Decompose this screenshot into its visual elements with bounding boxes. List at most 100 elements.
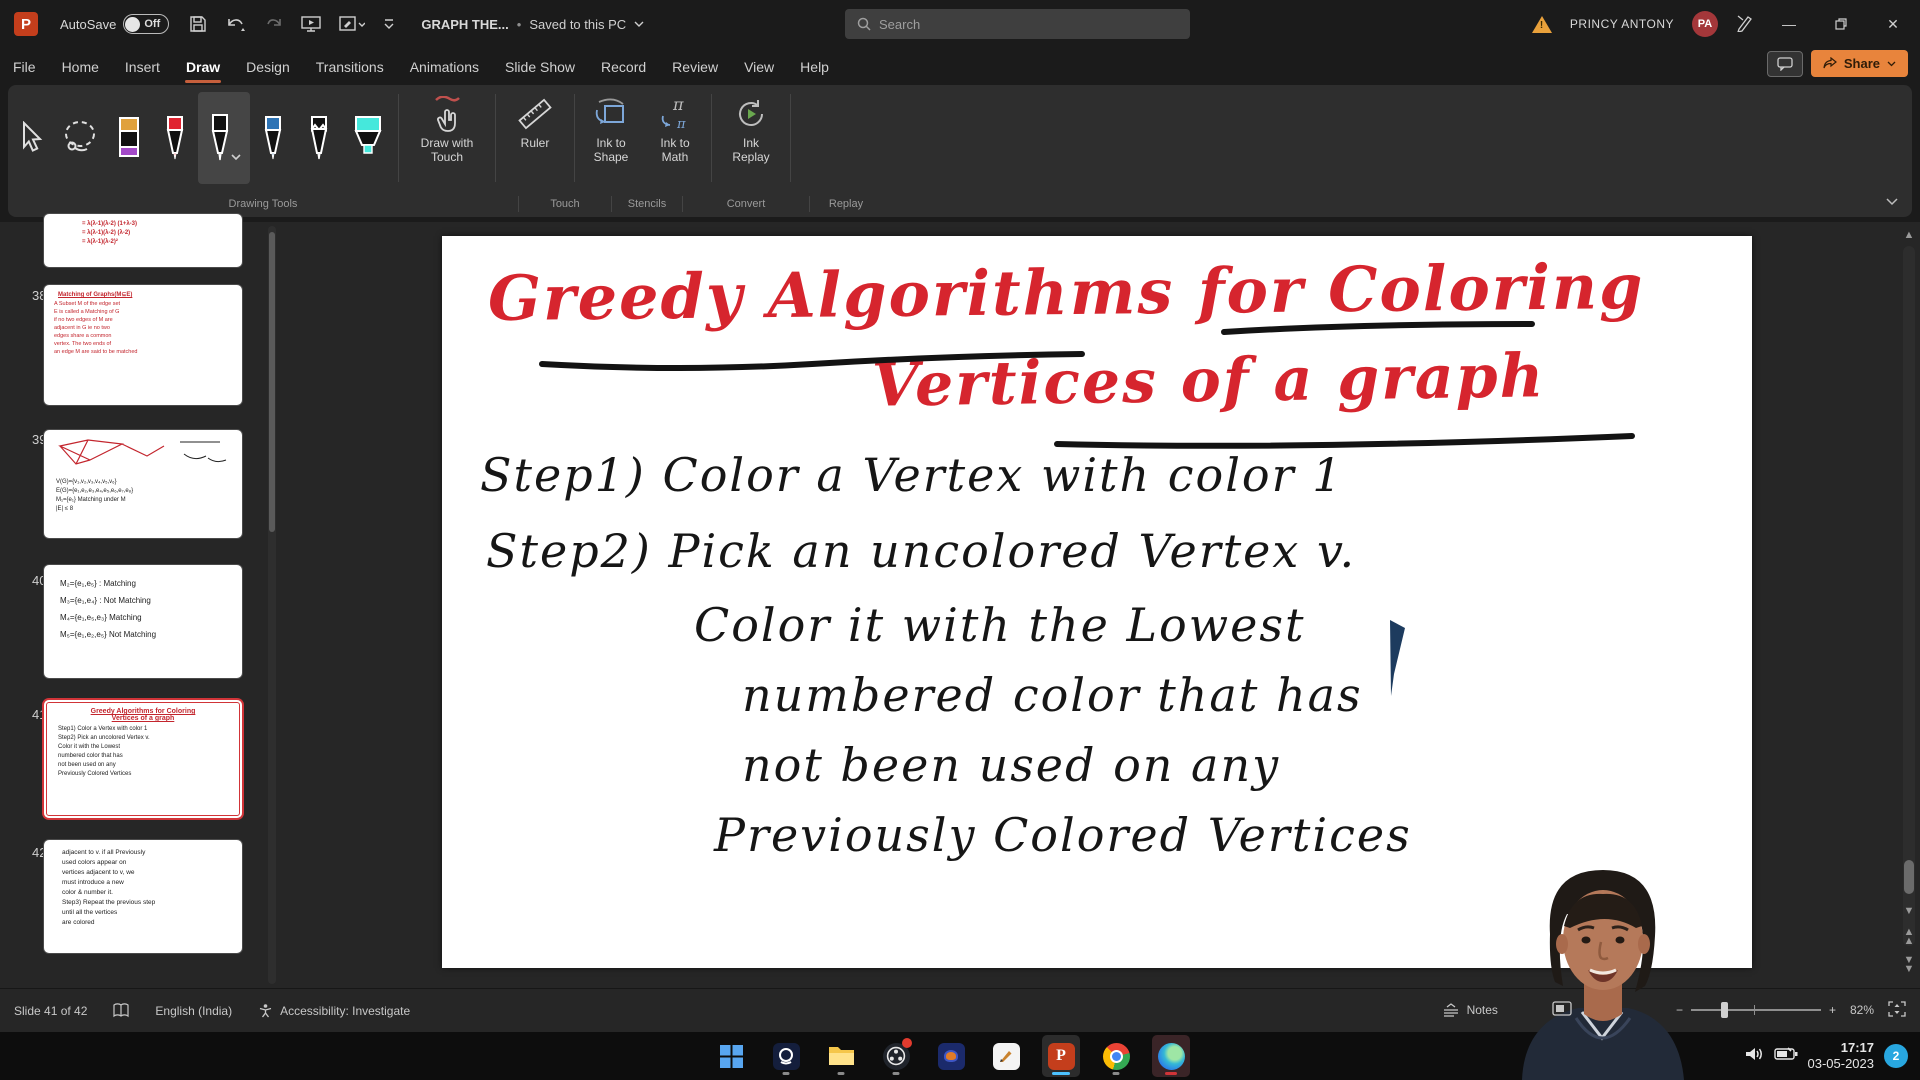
user-name[interactable]: PRINCY ANTONY <box>1570 17 1674 31</box>
clock[interactable]: 17:17 03-05-2023 <box>1808 1040 1875 1072</box>
pen-red-tool[interactable] <box>152 92 198 184</box>
tray-date: 03-05-2023 <box>1808 1056 1875 1072</box>
tab-view[interactable]: View <box>731 48 787 85</box>
start-button[interactable] <box>712 1035 750 1077</box>
minimize-button[interactable]: — <box>1772 7 1806 41</box>
thumbnail-slide-40[interactable]: M₂={e₁,e₅} : Matching M₃={e₁,e₄} : Not M… <box>44 565 242 678</box>
camera-app-icon[interactable] <box>767 1035 805 1077</box>
tab-design[interactable]: Design <box>233 48 303 85</box>
maximize-button[interactable] <box>1824 7 1858 41</box>
edge-icon[interactable] <box>1152 1035 1190 1077</box>
document-name: GRAPH THE... <box>421 17 508 32</box>
battery-icon[interactable] <box>1774 1047 1798 1066</box>
file-explorer-icon[interactable] <box>822 1035 860 1077</box>
notes-button[interactable]: Notes <box>1442 1003 1498 1017</box>
quick-access-toolbar <box>189 15 395 33</box>
slide-body-line: Previously Colored Vertices <box>714 808 1412 862</box>
autosave-switch[interactable]: Off <box>123 14 169 34</box>
search-icon <box>857 17 871 31</box>
ribbon-separator <box>574 94 575 182</box>
slide-indicator[interactable]: Slide 41 of 42 <box>14 1004 87 1018</box>
share-button[interactable]: Share <box>1811 50 1908 77</box>
highlighter-tool[interactable] <box>342 92 394 184</box>
start-presentation-icon[interactable] <box>301 15 321 33</box>
scrollbar-thumb[interactable] <box>1904 860 1914 894</box>
customize-quick-access-icon[interactable] <box>383 17 395 31</box>
eraser-tool[interactable] <box>106 92 152 184</box>
pen-blue-tool[interactable] <box>250 92 296 184</box>
avatar[interactable]: PA <box>1692 11 1718 37</box>
ink-to-math-button[interactable]: ππ Ink to Math <box>643 90 707 186</box>
thumbnail-slide-38[interactable]: Matching of Graphs(M⊆E) A Subset M of th… <box>44 285 242 405</box>
meeting-app-icon[interactable] <box>932 1035 970 1077</box>
redo-icon[interactable] <box>265 15 283 33</box>
autosave-toggle[interactable]: AutoSave Off <box>60 14 169 34</box>
tab-insert[interactable]: Insert <box>112 48 173 85</box>
touch-mouse-mode-icon[interactable] <box>339 15 365 33</box>
zoom-in-icon[interactable]: + <box>1829 1003 1836 1017</box>
notification-badge[interactable]: 2 <box>1884 1044 1908 1068</box>
powerpoint-taskbar-icon[interactable]: P <box>1042 1035 1080 1077</box>
pen-cursor <box>1390 620 1405 696</box>
next-slide-icon[interactable]: ▼▼ <box>1902 956 1916 974</box>
ink-replay-button[interactable]: Ink Replay <box>716 90 786 186</box>
collapse-ribbon-icon[interactable] <box>1886 193 1898 211</box>
tab-record[interactable]: Record <box>588 48 659 85</box>
tab-file[interactable]: File <box>0 48 49 85</box>
thumbnail-scrollbar[interactable] <box>268 226 276 984</box>
thumbnail-slide-39[interactable]: V(G)={v₁,v₂,v₃,v₄,v₅,v₆} E(G)={e₁,e₂,e₃,… <box>44 430 242 538</box>
ink-to-shape-button[interactable]: Ink to Shape <box>579 90 643 186</box>
fit-slide-to-window-icon[interactable] <box>1888 1001 1906 1020</box>
tab-draw[interactable]: Draw <box>173 48 233 85</box>
system-tray: 17:17 03-05-2023 2 <box>1744 1032 1920 1080</box>
thumbnail-slide-42[interactable]: adjacent to v. if all Previously used co… <box>44 840 242 953</box>
powerpoint-app-icon[interactable]: P <box>14 12 38 36</box>
select-tool[interactable] <box>8 92 54 184</box>
save-status[interactable]: Saved to this PC <box>529 17 626 32</box>
close-button[interactable]: ✕ <box>1876 7 1910 41</box>
zoom-out-icon[interactable]: − <box>1676 1003 1683 1017</box>
document-title[interactable]: GRAPH THE... • Saved to this PC <box>421 17 644 32</box>
share-icon <box>1823 57 1837 70</box>
zoom-knob[interactable] <box>1721 1002 1728 1018</box>
thumbnail-slide-41-selected[interactable]: Greedy Algorithms for Coloring Vertices … <box>44 700 242 818</box>
proofing-icon[interactable] <box>113 1003 129 1018</box>
accessibility-status[interactable]: Accessibility: Investigate <box>258 1003 410 1018</box>
thumbnail-slide-37-partial[interactable]: = λ(λ-1)(λ-2) (1+λ-3) = λ(λ-1)(λ-2) (λ-2… <box>44 214 242 267</box>
scroll-up-icon[interactable]: ▲ <box>1902 228 1916 242</box>
display-settings-icon[interactable] <box>1552 1001 1572 1019</box>
tab-transitions[interactable]: Transitions <box>303 48 397 85</box>
volume-icon[interactable] <box>1744 1045 1764 1068</box>
zoom-level[interactable]: 82% <box>1850 1003 1874 1017</box>
previous-slide-icon[interactable]: ▲▲ <box>1902 928 1916 946</box>
pen-red-icon <box>162 115 188 161</box>
slide-title-line1: Greedy Algorithms for Coloring <box>488 250 1645 335</box>
group-label-replay: Replay <box>810 198 882 210</box>
comments-button[interactable] <box>1767 51 1803 77</box>
ruler-button[interactable]: Ruler <box>500 90 570 186</box>
pencil-tool[interactable] <box>296 92 342 184</box>
language-indicator[interactable]: English (India) <box>155 1004 232 1018</box>
undo-icon[interactable] <box>225 15 247 33</box>
obs-studio-icon[interactable] <box>877 1035 915 1077</box>
ink-pen-pointer-icon[interactable] <box>1736 14 1754 35</box>
pen-black-tool-selected[interactable] <box>198 92 250 184</box>
tab-home[interactable]: Home <box>49 48 112 85</box>
tab-slide-show[interactable]: Slide Show <box>492 48 588 85</box>
chrome-icon[interactable] <box>1097 1035 1135 1077</box>
lasso-select-tool[interactable] <box>54 92 106 184</box>
tab-help[interactable]: Help <box>787 48 842 85</box>
ribbon-separator <box>495 94 496 182</box>
scroll-down-icon[interactable]: ▼ <box>1902 904 1916 918</box>
draw-with-touch-button[interactable]: Draw with Touch <box>403 90 491 186</box>
whiteboard-app-icon[interactable] <box>987 1035 1025 1077</box>
tab-animations[interactable]: Animations <box>397 48 492 85</box>
canvas-scrollbar[interactable]: ▲ ▼ ▲▲ ▼▼ <box>1900 222 1918 988</box>
tab-review[interactable]: Review <box>659 48 731 85</box>
svg-text:π: π <box>672 96 684 114</box>
warning-icon[interactable]: ! <box>1532 16 1552 33</box>
search-input[interactable]: Search <box>845 9 1190 39</box>
toggle-knob-icon <box>125 17 140 32</box>
zoom-slider[interactable]: − + <box>1676 1003 1836 1017</box>
save-icon[interactable] <box>189 15 207 33</box>
